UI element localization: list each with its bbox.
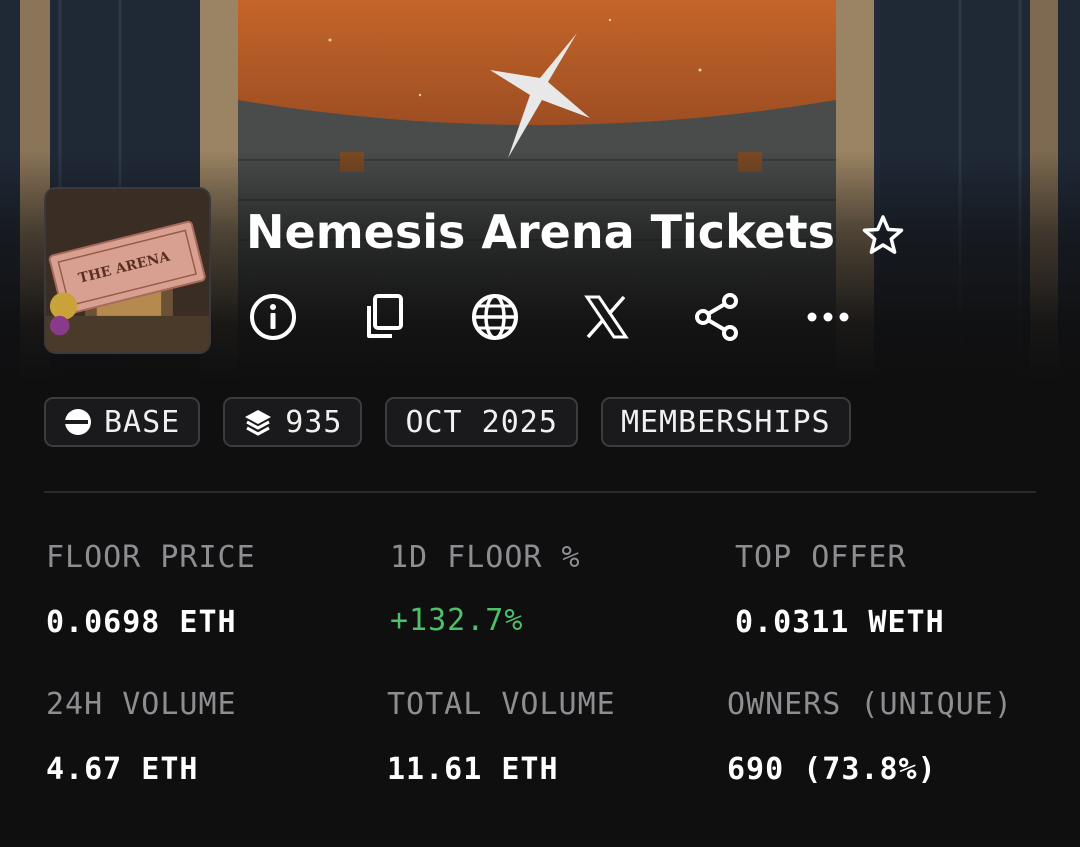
share-icon [695, 293, 738, 341]
website-button[interactable] [468, 290, 522, 344]
stat-value: 11.61 ETH [387, 752, 559, 787]
stat-label: OWNERS (UNIQUE) [727, 687, 1013, 722]
created-date-label: OCT 2025 [405, 404, 558, 440]
info-icon [250, 294, 296, 340]
x-logo-icon [584, 295, 629, 339]
collection-avatar[interactable]: THE ARENA [44, 187, 211, 354]
layers-icon [243, 408, 273, 436]
copy-button[interactable] [357, 290, 411, 344]
stat-floor-change: 1D FLOOR % +132.7% [390, 540, 581, 638]
stat-label: FLOOR PRICE [46, 540, 256, 575]
section-divider [44, 491, 1036, 493]
info-button[interactable] [246, 290, 300, 344]
more-icon [807, 312, 849, 322]
share-button[interactable] [690, 290, 744, 344]
globe-icon [472, 294, 518, 340]
stat-24h-volume: 24H VOLUME 4.67 ETH [46, 687, 237, 787]
collection-title: Nemesis Arena Tickets [246, 200, 835, 264]
created-date-tag: OCT 2025 [385, 397, 578, 447]
stat-label: TOTAL VOLUME [387, 687, 616, 722]
category-tag[interactable]: MEMBERSHIPS [600, 397, 851, 447]
items-count-label: 935 [285, 404, 343, 440]
stat-value: 4.67 ETH [46, 752, 199, 787]
stat-owners: OWNERS (UNIQUE) 690 (73.8%) [727, 687, 1013, 787]
collection-name: Nemesis Arena Tickets [246, 205, 835, 259]
stat-floor-price: FLOOR PRICE 0.0698 ETH [46, 540, 256, 640]
stat-value: 0.0698 ETH [46, 605, 237, 640]
chain-tag[interactable]: BASE [44, 397, 201, 447]
stat-value: 690 (73.8%) [727, 752, 937, 787]
x-profile-button[interactable] [579, 290, 633, 344]
items-count-tag[interactable]: 935 [223, 397, 363, 447]
copy-icon [367, 294, 403, 338]
stat-label: 1D FLOOR % [390, 540, 581, 575]
stat-value: +132.7% [390, 603, 524, 638]
base-chain-icon [64, 408, 92, 436]
category-label: MEMBERSHIPS [620, 404, 831, 440]
favorite-star-button[interactable] [858, 213, 908, 257]
collection-tags: BASE 935 OCT 2025 MEMBERSHIPS [44, 397, 874, 447]
more-options-button[interactable] [801, 290, 855, 344]
stat-label: TOP OFFER [735, 540, 907, 575]
stat-value: 0.0311 WETH [735, 605, 945, 640]
stat-total-volume: TOTAL VOLUME 11.61 ETH [387, 687, 616, 787]
stat-label: 24H VOLUME [46, 687, 237, 722]
star-icon [862, 215, 904, 254]
chain-label: BASE [104, 404, 181, 440]
stat-top-offer: TOP OFFER 0.0311 WETH [735, 540, 945, 640]
collection-actions [246, 290, 912, 346]
